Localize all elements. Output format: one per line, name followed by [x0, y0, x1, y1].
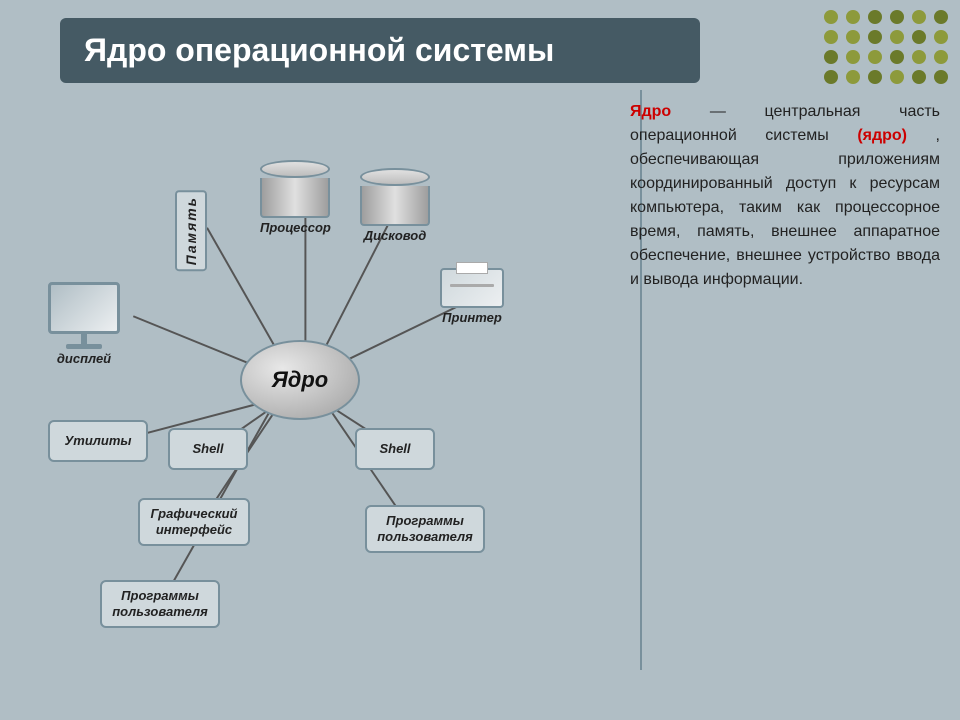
dot [868, 30, 882, 44]
dot [824, 10, 838, 24]
title-bar: Ядро операционной системы [60, 18, 700, 83]
dot [846, 70, 860, 84]
dot [912, 70, 926, 84]
printer-label: Принтер [442, 310, 502, 325]
description-text: Ядро — центральная часть операционной си… [630, 100, 940, 292]
user-programs-right: Программы пользователя [365, 505, 485, 553]
user-programs-left-label: Программы пользователя [106, 588, 214, 619]
dot [824, 50, 838, 64]
monitor-screen-icon [48, 282, 120, 334]
dot [890, 10, 904, 24]
processor-cylinder-top [260, 160, 330, 178]
disk-component: Дисковод [360, 168, 430, 243]
dot [912, 50, 926, 64]
dot [912, 10, 926, 24]
graphical-component: Графический интерфейс [138, 498, 250, 546]
printer-component: Принтер [440, 268, 504, 325]
kernel-label: Ядро [272, 367, 329, 393]
processor-component: Процессор [260, 160, 331, 235]
monitor-base-icon [66, 344, 102, 349]
processor-cylinder-body [260, 178, 330, 218]
dot [868, 50, 882, 64]
utilities-component: Утилиты [48, 420, 148, 462]
printer-paper-icon [456, 262, 488, 274]
graphical-label: Графический интерфейс [144, 506, 244, 537]
processor-label: Процессор [260, 220, 331, 235]
disk-cylinder-body [360, 186, 430, 226]
decorative-dots [824, 10, 950, 84]
shell1-label: Shell [192, 441, 223, 457]
display-label: дисплей [57, 351, 111, 366]
shell2-label: Shell [379, 441, 410, 457]
dot [934, 10, 948, 24]
text-panel: Ядро — центральная часть операционной си… [630, 100, 940, 292]
display-component: дисплей [48, 282, 120, 366]
kernel-word: Ядро [630, 103, 671, 120]
printer-slot [450, 284, 494, 287]
diagram-area: Ядро дисплей Память Процессор Дисковод П… [20, 90, 640, 690]
shell1-component: Shell [168, 428, 248, 470]
dot [824, 70, 838, 84]
disk-cylinder-top [360, 168, 430, 186]
dot [890, 70, 904, 84]
utilities-label: Утилиты [65, 433, 132, 449]
printer-body-icon [440, 268, 504, 308]
dot [846, 30, 860, 44]
dot [890, 50, 904, 64]
dot [912, 30, 926, 44]
disk-label: Дисковод [360, 228, 430, 243]
dot [934, 30, 948, 44]
dot [868, 70, 882, 84]
kernel-oval: Ядро [240, 340, 360, 420]
monitor-stand-icon [81, 334, 87, 344]
memory-label: Память [175, 190, 207, 271]
dot [824, 30, 838, 44]
shell2-component: Shell [355, 428, 435, 470]
dot [934, 50, 948, 64]
dot [934, 70, 948, 84]
user-programs-right-label: Программы пользователя [371, 513, 479, 544]
dot [890, 30, 904, 44]
description-body: , обеспечивающая приложениям координиров… [630, 127, 940, 288]
user-programs-left: Программы пользователя [100, 580, 220, 628]
memory-component: Память [175, 190, 207, 271]
page-title: Ядро операционной системы [84, 32, 676, 69]
dot [846, 10, 860, 24]
kernel-word-2: (ядро) [857, 127, 907, 144]
dot [868, 10, 882, 24]
dot [846, 50, 860, 64]
